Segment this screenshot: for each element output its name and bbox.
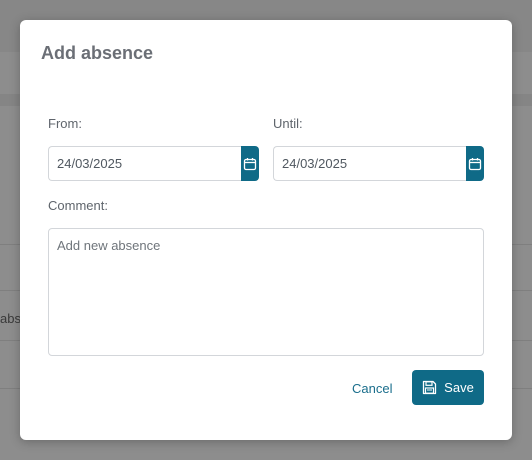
floppy-disk-icon — [422, 380, 437, 395]
background-row-text: abse — [0, 311, 20, 326]
until-date-picker — [273, 146, 484, 181]
calendar-icon — [468, 157, 482, 171]
cancel-button[interactable]: Cancel — [350, 376, 394, 400]
comment-label: Comment: — [48, 198, 108, 213]
add-absence-dialog: Add absence From: Until: 24/03/2025 24/0… — [20, 20, 512, 440]
from-calendar-button[interactable] — [241, 146, 259, 181]
dialog-title: Add absence — [41, 43, 154, 63]
until-label: Until: — [273, 116, 303, 131]
comment-textarea[interactable] — [48, 228, 484, 356]
from-date-picker — [48, 146, 259, 181]
save-button[interactable]: Save — [412, 370, 484, 405]
from-label: From: — [48, 116, 82, 131]
until-date-input[interactable] — [273, 146, 466, 181]
save-button-label: Save — [444, 380, 474, 395]
from-date-input[interactable] — [48, 146, 241, 181]
until-calendar-button[interactable] — [466, 146, 484, 181]
calendar-icon — [243, 157, 257, 171]
